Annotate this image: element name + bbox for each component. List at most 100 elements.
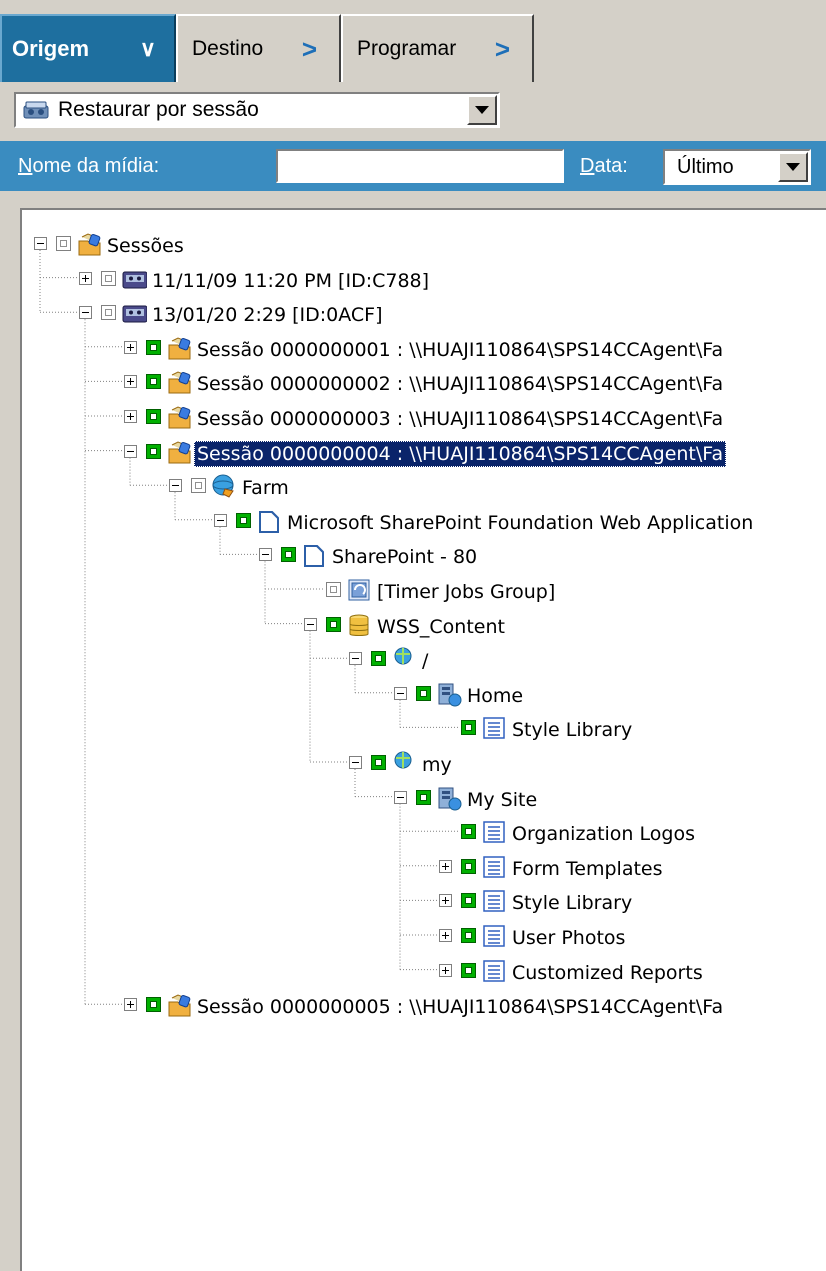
tab-bar: Origem ∨ Destino > Programar > — [0, 0, 826, 82]
collapse-icon[interactable] — [214, 513, 227, 527]
tree-node[interactable]: WSS_Content — [374, 610, 508, 644]
collapse-icon[interactable] — [259, 548, 272, 562]
media-filter-bar: Nome da mídia: Data: Último — [0, 141, 826, 191]
list-icon — [483, 717, 505, 740]
tree-node-label: My Site — [467, 788, 538, 811]
tree-node-label: Sessão 0000000004 : \\HUAJI110864\SPS14C… — [194, 440, 727, 467]
tree-node[interactable]: Sessões — [104, 229, 187, 263]
tree-node-label: Organization Logos — [512, 823, 695, 846]
node-checkbox[interactable] — [101, 270, 116, 286]
collapse-icon[interactable] — [349, 756, 362, 769]
tree-node[interactable]: [Timer Jobs Group] — [374, 575, 558, 609]
collapse-icon[interactable] — [34, 237, 47, 250]
node-checkbox[interactable] — [191, 478, 206, 494]
tab-destino[interactable]: Destino > — [176, 14, 341, 82]
tree-node[interactable]: Farm — [239, 471, 292, 505]
collapse-icon[interactable] — [79, 306, 92, 320]
collapse-icon[interactable] — [124, 444, 137, 458]
restore-type-value: Restaurar por sessão — [58, 98, 259, 121]
tab-programar-label: Programar — [357, 37, 457, 60]
expand-icon[interactable] — [124, 340, 137, 354]
tree-node-label: Farm — [242, 477, 289, 500]
expand-icon[interactable] — [124, 998, 137, 1012]
date-dropdown-button[interactable] — [778, 152, 808, 182]
restore-type-select[interactable]: Restaurar por sessão — [14, 92, 500, 128]
tree-node[interactable]: User Photos — [509, 921, 628, 955]
tree-node-label: Style Library — [512, 892, 633, 915]
expand-icon[interactable] — [439, 929, 452, 942]
node-checkbox[interactable] — [461, 858, 476, 874]
session-folder-icon — [168, 994, 191, 1017]
node-checkbox[interactable] — [56, 236, 71, 251]
tree-node[interactable]: My Site — [464, 783, 540, 817]
collapse-icon[interactable] — [394, 686, 407, 700]
site-collection-icon — [394, 751, 412, 769]
restore-session-icon — [23, 101, 49, 119]
expand-icon[interactable] — [79, 271, 92, 285]
node-checkbox[interactable] — [101, 305, 116, 321]
web-application-icon — [259, 510, 279, 533]
tree-node[interactable]: Microsoft SharePoint Foundation Web Appl… — [284, 506, 756, 540]
tree-node[interactable]: 11/11/09 11:20 PM [ID:C788] — [149, 264, 432, 298]
node-checkbox[interactable] — [461, 962, 476, 978]
node-checkbox[interactable] — [146, 997, 161, 1013]
node-checkbox[interactable] — [146, 409, 161, 424]
node-checkbox[interactable] — [371, 651, 386, 667]
media-name-input[interactable] — [276, 149, 564, 183]
node-checkbox[interactable] — [236, 512, 251, 528]
node-checkbox[interactable] — [146, 339, 161, 355]
session-folder-icon — [168, 337, 191, 360]
node-checkbox[interactable] — [326, 616, 341, 632]
node-checkbox[interactable] — [371, 755, 386, 770]
tab-programar[interactable]: Programar > — [341, 14, 534, 82]
node-checkbox[interactable] — [416, 789, 431, 805]
node-checkbox[interactable] — [326, 582, 341, 597]
collapse-icon[interactable] — [349, 652, 362, 666]
expand-icon[interactable] — [439, 894, 452, 908]
session-tree[interactable]: Sessões 11/11/09 11:20 PM [ID:C788] 13/01/… — [20, 208, 826, 1271]
collapse-icon[interactable] — [169, 479, 182, 493]
tree-node-label: Sessão 0000000003 : \\HUAJI110864\SPS14C… — [197, 408, 724, 430]
tree-node[interactable]: Style Library — [509, 886, 635, 920]
tab-origem[interactable]: Origem ∨ — [0, 14, 176, 82]
tree-node[interactable]: Sessão 0000000001 : \\HUAJI110864\SPS14C… — [194, 333, 726, 367]
collapse-icon[interactable] — [394, 790, 407, 804]
date-select[interactable]: Último — [663, 149, 811, 185]
tree-node[interactable]: Organization Logos — [509, 817, 698, 851]
expand-icon[interactable] — [124, 410, 137, 423]
tree-node-label: User Photos — [512, 927, 626, 949]
list-icon — [483, 890, 505, 913]
tree-node[interactable]: Sessão 0000000002 : \\HUAJI110864\SPS14C… — [194, 367, 726, 401]
tree-node[interactable]: / — [419, 644, 431, 678]
node-checkbox[interactable] — [461, 893, 476, 909]
restore-type-dropdown-button[interactable] — [467, 95, 497, 125]
tree-node[interactable]: 13/01/20 2:29 [ID:0ACF] — [149, 298, 386, 332]
tree-node[interactable]: SharePoint - 80 — [329, 540, 480, 574]
farm-icon — [212, 474, 234, 498]
tree-node-label: / — [422, 650, 429, 673]
tree-node[interactable]: Home — [464, 679, 526, 713]
expand-icon[interactable] — [439, 963, 452, 977]
tree-node[interactable]: Sessão 0000000005 : \\HUAJI110864\SPS14C… — [194, 990, 726, 1024]
tree-node[interactable]: Style Library — [509, 713, 635, 747]
tree-node[interactable]: Form Templates — [509, 852, 666, 886]
timer-jobs-icon — [348, 579, 370, 601]
tree-node-label: Sessão 0000000002 : \\HUAJI110864\SPS14C… — [197, 373, 724, 396]
tree-node[interactable]: my — [419, 748, 455, 782]
node-checkbox[interactable] — [416, 685, 431, 701]
tape-media-icon — [122, 271, 147, 289]
list-icon — [483, 856, 505, 878]
node-checkbox[interactable] — [461, 824, 476, 840]
tree-node[interactable]: Sessão 0000000003 : \\HUAJI110864\SPS14C… — [194, 402, 726, 436]
node-checkbox[interactable] — [146, 374, 161, 390]
tree-node[interactable]: Customized Reports — [509, 956, 706, 990]
tree-node[interactable]: Sessão 0000000004 : \\HUAJI110864\SPS14C… — [194, 437, 727, 471]
node-checkbox[interactable] — [461, 720, 476, 736]
node-checkbox[interactable] — [281, 547, 296, 563]
node-checkbox[interactable] — [146, 443, 161, 459]
tree-node-label: Microsoft SharePoint Foundation Web Appl… — [287, 511, 754, 534]
node-checkbox[interactable] — [461, 928, 476, 943]
expand-icon[interactable] — [124, 375, 137, 389]
collapse-icon[interactable] — [304, 617, 317, 631]
expand-icon[interactable] — [439, 859, 452, 873]
